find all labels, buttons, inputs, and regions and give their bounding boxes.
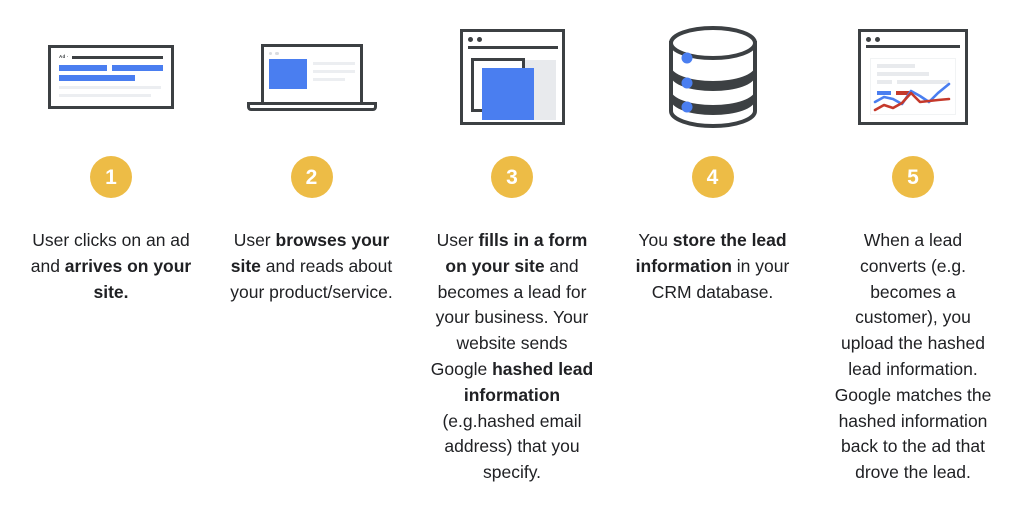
window-title-bar [866,45,960,48]
window-dot-icon [476,37,482,42]
ad-url-bar [71,55,163,59]
page-text-line [312,70,355,73]
browser-dot-icon [268,51,272,55]
window-dot-icon [875,37,880,42]
chart-line-red [873,91,951,112]
step-1-icon-slot: Ad · [18,14,204,140]
form-blue-box [481,68,534,120]
step-number-badge-2: 2 [290,156,333,198]
db-indicator-dot [681,101,692,113]
page-text-line [312,62,355,65]
laptop-screen [260,43,363,102]
analytics-text-bar [877,64,915,68]
step-number-badge-5: 5 [892,156,934,198]
step-2-icon-slot [219,14,405,140]
analytics-text-bar [877,72,929,76]
step-5-icon-slot [820,14,1006,140]
step-number-badge-1: 1 [90,156,132,198]
page-image-block [268,59,307,89]
step-caption-3: User fills in a form on your site and be… [430,230,594,483]
analytics-panel [870,58,956,115]
form-window-icon [459,29,565,125]
step-3: 3 User fills in a form on your site and … [419,0,605,486]
ad-blue-row-1 [59,64,163,71]
database-icon [665,26,761,128]
db-indicator-dot [681,77,692,89]
laptop-base [246,101,377,111]
step-number-badge-3: 3 [491,156,533,198]
step-3-icon-slot [419,14,605,140]
db-indicator-dot [681,52,692,64]
line-chart [871,80,955,114]
window-dot-icon [866,37,871,42]
line-chart-glyph [873,82,951,112]
page-text-line [312,78,346,81]
ad-headline-bar [111,64,163,71]
ad-headline-bar [59,64,107,71]
window-dot-icon [467,37,473,42]
ad-blue-row-2 [59,74,163,81]
window-dots [467,37,557,42]
ad-card-header: Ad · [59,54,163,60]
step-5: 5 When a lead converts (e.g. becomes a c… [820,0,1006,486]
browser-dots [268,51,355,55]
page-text-lines [312,59,355,89]
ad-headline-bar [59,74,135,81]
step-4-icon-slot [620,14,806,140]
laptop-page-body [268,59,355,89]
window-title-bar [467,46,558,49]
step-caption-2: User browses your site and reads about y… [230,230,393,302]
database-glyph [668,26,757,128]
browser-dot-icon [275,51,279,55]
step-caption-5: When a lead converts (e.g. becomes a cus… [834,230,992,483]
step-number-badge-4: 4 [691,156,734,198]
window-dots [866,37,960,42]
ad-label: Ad · [59,54,69,59]
laptop-browser-icon [246,43,377,111]
ad-description-line [59,93,151,97]
step-1: Ad · 1 User clicks on an ad and arrives … [18,0,204,305]
step-caption-4: You store the lead information in your C… [635,230,790,302]
analytics-chart-window-icon [858,29,968,125]
step-2: 2 User browses your site and reads about… [219,0,405,305]
ad-description-line [59,85,161,89]
step-caption-1: User clicks on an ad and arrives on your… [30,230,192,302]
infographic-board: Ad · 1 User clicks on an ad and arrives … [0,0,1024,512]
ad-result-card-icon: Ad · [48,45,174,109]
step-4: 4 You store the lead information in your… [620,0,806,305]
